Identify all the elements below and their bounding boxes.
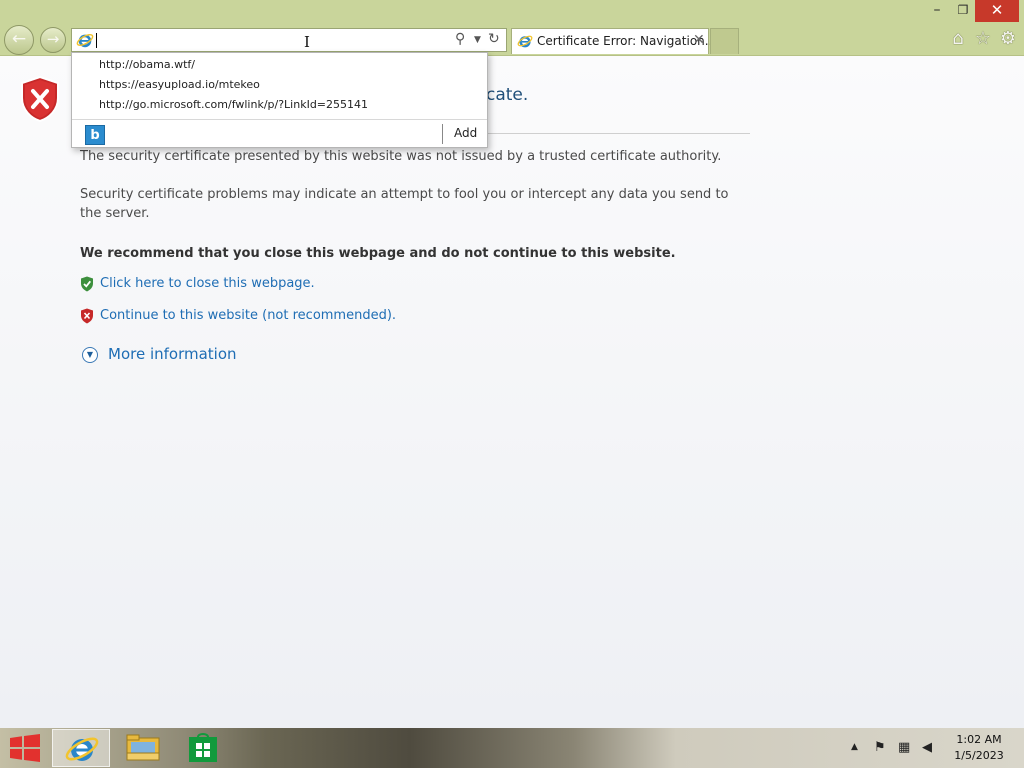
- shield-error-icon: [21, 76, 59, 122]
- text-cursor: [96, 33, 97, 48]
- close-tab-icon[interactable]: ✕: [693, 32, 705, 48]
- add-search-provider-button[interactable]: Add: [454, 126, 477, 140]
- error-warning: Security certificate problems may indica…: [80, 187, 729, 221]
- gear-icon[interactable]: ⚙: [997, 28, 1019, 50]
- refresh-icon[interactable]: ↻: [488, 31, 500, 47]
- shield-x-icon: [81, 308, 93, 324]
- close-page-link[interactable]: Click here to close this webpage.: [100, 276, 315, 291]
- forward-button[interactable]: →: [40, 27, 66, 53]
- separator: [442, 124, 443, 144]
- address-suggestions: http://obama.wtf/ https://easyupload.io/…: [71, 52, 488, 148]
- system-clock[interactable]: 1:02 AM 1/5/2023: [944, 732, 1014, 764]
- browser-frame: – ❐ ✕ ← → ⚲ ▼ ↻ Certificate Error: Navig…: [0, 0, 1024, 56]
- favorites-icon[interactable]: ☆: [972, 28, 994, 50]
- ie-icon: [76, 33, 94, 48]
- continue-link[interactable]: Continue to this website (not recommende…: [100, 308, 396, 323]
- address-bar[interactable]: ⚲ ▼ ↻: [71, 28, 507, 52]
- taskbar: ▲ ⚑ ▦ ◀ 1:02 AM 1/5/2023: [0, 728, 1024, 768]
- expand-chevron-icon[interactable]: ▼: [82, 347, 98, 363]
- mouse-cursor: I: [304, 33, 310, 51]
- action-center-icon[interactable]: ⚑: [874, 740, 892, 756]
- page-title: cate.: [486, 85, 529, 105]
- recommendation: We recommend that you close this webpage…: [80, 246, 676, 261]
- tab-title: Certificate Error: Navigation...: [537, 34, 717, 48]
- windows-start-icon[interactable]: [10, 734, 40, 762]
- new-tab-button[interactable]: [710, 28, 739, 54]
- more-information-link[interactable]: More information: [108, 345, 237, 363]
- taskbar-file-explorer[interactable]: [114, 729, 172, 767]
- taskbar-store[interactable]: [174, 729, 232, 767]
- clock-date: 1/5/2023: [954, 749, 1004, 762]
- restore-button[interactable]: ❐: [948, 0, 978, 22]
- address-input[interactable]: [98, 31, 448, 50]
- search-icon[interactable]: ⚲: [455, 31, 465, 47]
- ie-icon: [517, 35, 533, 48]
- clock-time: 1:02 AM: [956, 733, 1002, 746]
- ie-icon: [65, 737, 99, 761]
- shield-check-icon: [81, 276, 93, 292]
- suggestions-footer: b Add: [72, 119, 487, 147]
- home-icon[interactable]: ⌂: [947, 28, 969, 50]
- taskbar-internet-explorer[interactable]: [52, 729, 110, 767]
- suggestion-item[interactable]: http://go.microsoft.com/fwlink/p/?LinkId…: [99, 98, 368, 111]
- dropdown-icon[interactable]: ▼: [474, 35, 481, 45]
- show-hidden-icons[interactable]: ▲: [851, 742, 858, 752]
- suggestion-item[interactable]: http://obama.wtf/: [99, 58, 195, 71]
- store-icon: [189, 733, 217, 762]
- tab-certificate-error[interactable]: Certificate Error: Navigation... ✕: [511, 28, 716, 54]
- network-icon[interactable]: ▦: [898, 740, 916, 756]
- error-description: The security certificate presented by th…: [80, 149, 722, 164]
- back-button[interactable]: ←: [4, 25, 34, 55]
- close-window-button[interactable]: ✕: [975, 0, 1019, 22]
- bing-icon[interactable]: b: [85, 125, 105, 145]
- volume-muted-icon[interactable]: ◀: [922, 740, 940, 756]
- suggestion-item[interactable]: https://easyupload.io/mtekeo: [99, 78, 260, 91]
- folder-icon: [126, 734, 160, 761]
